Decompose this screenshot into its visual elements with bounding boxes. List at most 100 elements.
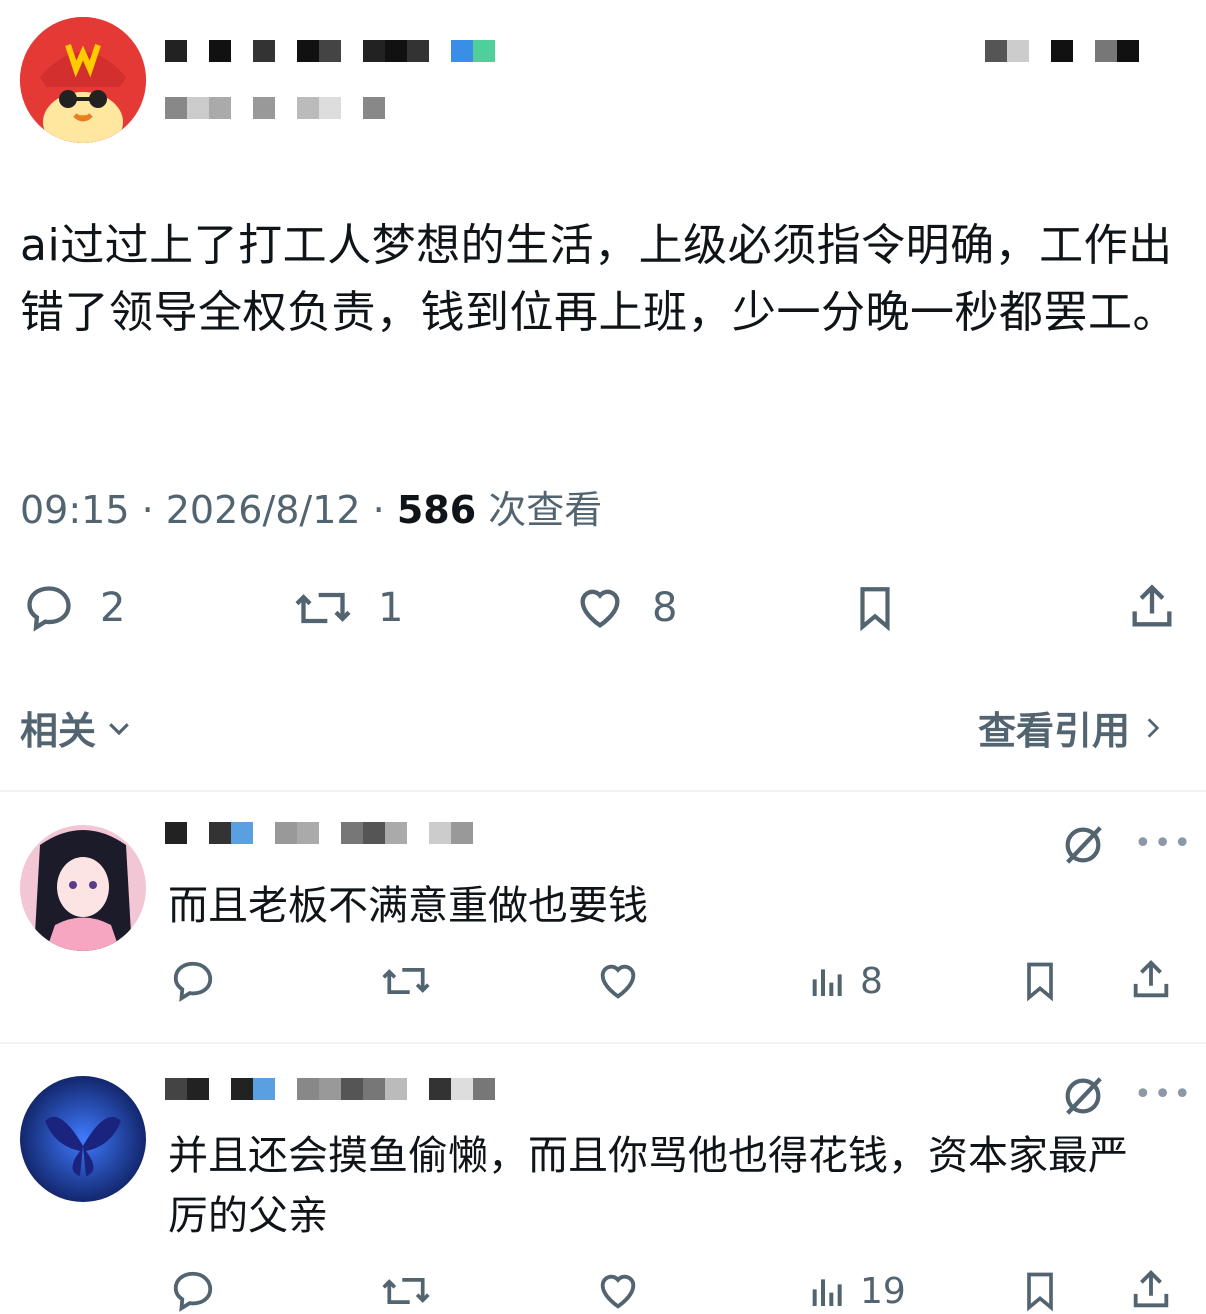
reply-avatar[interactable] — [20, 825, 146, 951]
views-button[interactable]: 19 — [808, 1268, 906, 1314]
mosaic-pixel — [165, 1078, 187, 1100]
view-quotes-label: 查看引用 — [978, 709, 1131, 753]
share-icon — [1133, 960, 1169, 998]
share-button[interactable] — [1126, 580, 1178, 634]
reply-icon — [173, 1271, 213, 1312]
grok-icon — [1065, 826, 1102, 864]
analytics-icon — [812, 1279, 842, 1306]
mosaic-pixel — [341, 97, 363, 119]
bookmark-button[interactable] — [850, 582, 900, 634]
mosaic-pixel — [407, 40, 429, 62]
divider — [0, 1042, 1206, 1044]
views-count: 8 — [860, 960, 883, 1002]
retweet-button[interactable] — [380, 1268, 432, 1314]
mosaic-pixel — [473, 40, 495, 62]
mosaic-pixel — [1073, 40, 1095, 62]
bookmark-button[interactable] — [1018, 958, 1062, 1004]
mosaic-pixel — [297, 40, 319, 62]
mosaic-pixel — [187, 822, 209, 844]
reply-count: 2 — [100, 585, 126, 631]
mosaic-pixel — [429, 822, 451, 844]
mosaic-pixel — [253, 40, 275, 62]
share-button[interactable] — [1128, 956, 1174, 1004]
mosaic-pixel — [319, 40, 341, 62]
like-button[interactable]: 8 — [572, 582, 677, 634]
bookmark-icon — [1027, 1272, 1053, 1312]
post-text: ai过过上了打工人梦想的生活，上级必须指令明确，工作出错了领导全权负责，钱到位再… — [20, 220, 1177, 338]
bookmark-button[interactable] — [1018, 1268, 1062, 1314]
retweet-button[interactable]: 1 — [292, 582, 403, 634]
author-avatar[interactable] — [20, 17, 146, 143]
avatar-image — [20, 825, 146, 951]
avatar-image — [20, 1076, 146, 1202]
divider — [0, 790, 1206, 792]
chevron-down-icon — [109, 722, 129, 735]
reply-button[interactable] — [170, 958, 216, 1004]
more-options-button[interactable]: ••• — [1134, 826, 1193, 861]
mosaic-pixel — [165, 40, 187, 62]
mosaic-pixel — [275, 40, 297, 62]
reply-text: 而且老板不满意重做也要钱 — [168, 883, 648, 929]
like-count: 8 — [652, 585, 678, 631]
reply-button[interactable] — [170, 1268, 216, 1314]
retweet-icon — [295, 592, 351, 624]
mosaic-pixel — [473, 1078, 495, 1100]
mosaic-pixel — [363, 1078, 385, 1100]
retweet-icon — [382, 1278, 430, 1304]
mosaic-pixel — [231, 1078, 253, 1100]
grok-button[interactable] — [1060, 822, 1106, 868]
views-count: 586 — [396, 488, 477, 532]
mosaic-pixel — [385, 1078, 407, 1100]
view-quotes-link[interactable]: 查看引用 — [978, 700, 1166, 755]
mosaic-pixel — [451, 40, 473, 62]
header-right-redacted — [985, 40, 1139, 62]
mosaic-pixel — [187, 1078, 209, 1100]
mosaic-pixel — [297, 822, 319, 844]
mosaic-pixel — [297, 1078, 319, 1100]
grok-button[interactable] — [1060, 1073, 1106, 1119]
reply-name-redacted[interactable] — [165, 1078, 495, 1100]
reply-avatar[interactable] — [20, 1076, 146, 1202]
reply-button[interactable]: 2 — [22, 582, 125, 634]
mosaic-pixel — [385, 822, 407, 844]
mosaic-pixel — [1007, 40, 1029, 62]
author-handle-redacted — [165, 97, 385, 119]
like-button[interactable] — [594, 958, 642, 1004]
reply-icon — [173, 961, 213, 1002]
mosaic-pixel — [187, 40, 209, 62]
chevron-right-icon — [1147, 717, 1160, 738]
mosaic-pixel — [187, 97, 209, 119]
mosaic-pixel — [363, 822, 385, 844]
mosaic-pixel — [1051, 40, 1073, 62]
author-name-redacted[interactable] — [165, 40, 495, 62]
mosaic-pixel — [451, 1078, 473, 1100]
views-button[interactable]: 8 — [808, 958, 883, 1004]
retweet-count: 1 — [378, 585, 404, 631]
mosaic-pixel — [275, 822, 297, 844]
mosaic-pixel — [451, 822, 473, 844]
like-button[interactable] — [594, 1268, 642, 1314]
post-meta: 09:15 · 2026/8/12 · 586 次查看 — [20, 486, 602, 534]
mosaic-pixel — [209, 40, 231, 62]
mosaic-pixel — [385, 40, 407, 62]
share-icon — [1133, 1270, 1169, 1308]
post-timestamp: 09:15 · 2026/8/12 · — [20, 488, 397, 532]
mosaic-pixel — [1029, 40, 1051, 62]
share-button[interactable] — [1128, 1266, 1174, 1314]
more-options-button[interactable]: ••• — [1134, 1077, 1193, 1112]
bookmark-icon — [1027, 962, 1053, 1002]
mosaic-pixel — [429, 1078, 451, 1100]
avatar-image — [20, 17, 146, 143]
more-dots-icon: ••• — [1134, 826, 1194, 861]
retweet-button[interactable] — [380, 958, 432, 1004]
mosaic-pixel — [253, 1078, 275, 1100]
more-dots-icon: ••• — [1134, 1077, 1194, 1112]
mosaic-pixel — [231, 822, 253, 844]
related-toggle[interactable]: 相关 — [20, 700, 134, 755]
mosaic-pixel — [231, 40, 253, 62]
mosaic-pixel — [165, 97, 187, 119]
mosaic-pixel — [231, 97, 253, 119]
mosaic-pixel — [407, 1078, 429, 1100]
reply-name-redacted[interactable] — [165, 822, 473, 844]
mosaic-pixel — [407, 822, 429, 844]
